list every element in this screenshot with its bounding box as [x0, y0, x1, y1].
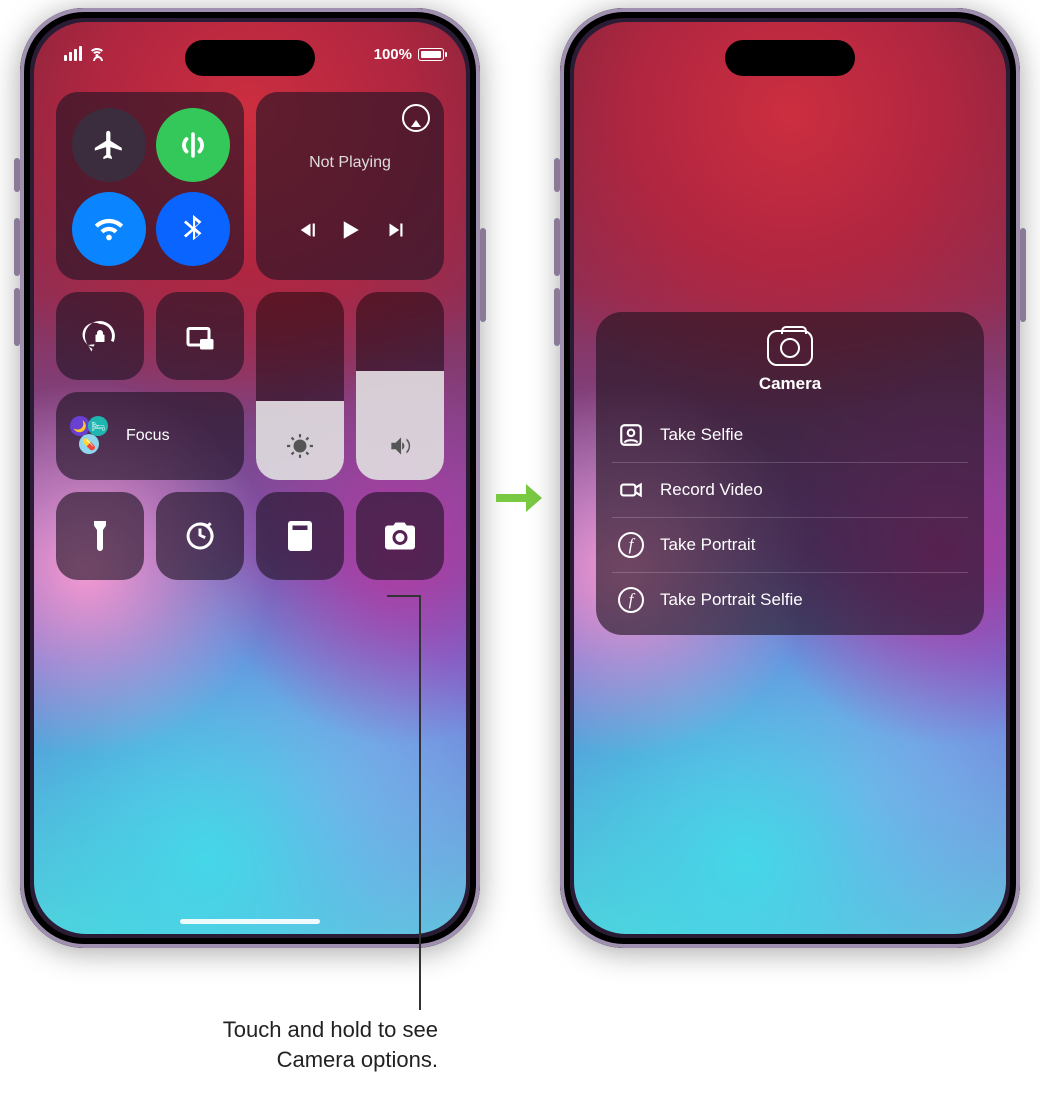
video-camera-icon: [618, 477, 644, 503]
dynamic-island: [725, 40, 855, 76]
power-button: [1020, 228, 1026, 322]
wifi-status-icon: [88, 47, 106, 61]
dynamic-island: [185, 40, 315, 76]
focus-modes-icon: 🌙🛏💊: [70, 416, 116, 456]
next-track-button[interactable]: [383, 217, 409, 248]
previous-track-button[interactable]: [291, 217, 317, 248]
power-button: [480, 228, 486, 322]
battery-icon: [418, 48, 444, 61]
brightness-icon: [287, 433, 313, 464]
selfie-person-icon: [618, 422, 644, 448]
connectivity-panel[interactable]: [56, 92, 244, 280]
camera-popup-title: Camera: [612, 374, 968, 394]
media-panel[interactable]: Not Playing: [256, 92, 444, 280]
transition-arrow-icon: [490, 470, 546, 531]
flashlight-button[interactable]: [56, 492, 144, 580]
quick-action-take-portrait-selfie[interactable]: f Take Portrait Selfie: [612, 572, 968, 627]
brightness-slider[interactable]: [256, 292, 344, 480]
rotation-lock-toggle[interactable]: [56, 292, 144, 380]
bluetooth-toggle[interactable]: [156, 192, 230, 266]
camera-quick-actions-popup: Camera Take Selfie Record Video f Take P…: [596, 312, 984, 635]
callout-text: Touch and hold to see Camera options.: [158, 1015, 438, 1074]
wifi-toggle[interactable]: [72, 192, 146, 266]
iphone-left: 100%: [20, 8, 480, 948]
portrait-aperture-icon: f: [618, 532, 644, 558]
volume-down-button: [554, 288, 560, 346]
screen-camera-quick-actions: Camera Take Selfie Record Video f Take P…: [574, 22, 1006, 934]
side-button: [14, 158, 20, 192]
battery-percent: 100%: [374, 46, 412, 63]
airplay-icon[interactable]: [402, 104, 430, 132]
home-indicator[interactable]: [180, 919, 320, 924]
quick-action-record-video[interactable]: Record Video: [612, 462, 968, 517]
volume-up-button: [554, 218, 560, 276]
volume-up-button: [14, 218, 20, 276]
camera-icon: [767, 330, 813, 366]
quick-action-label: Take Portrait: [660, 535, 755, 555]
volume-icon: [387, 433, 413, 464]
quick-action-label: Take Portrait Selfie: [660, 590, 803, 610]
play-button[interactable]: [335, 215, 365, 250]
side-button: [554, 158, 560, 192]
camera-button[interactable]: [356, 492, 444, 580]
focus-label: Focus: [126, 427, 170, 445]
callout-leader-line: [419, 595, 421, 1010]
quick-action-take-selfie[interactable]: Take Selfie: [612, 408, 968, 462]
focus-button[interactable]: 🌙🛏💊 Focus: [56, 392, 244, 480]
calculator-button[interactable]: [256, 492, 344, 580]
portrait-aperture-icon: f: [618, 587, 644, 613]
screen-mirroring-button[interactable]: [156, 292, 244, 380]
quick-action-take-portrait[interactable]: f Take Portrait: [612, 517, 968, 572]
now-playing-label: Not Playing: [256, 154, 444, 172]
timer-button[interactable]: [156, 492, 244, 580]
cellular-data-toggle[interactable]: [156, 108, 230, 182]
iphone-right: Camera Take Selfie Record Video f Take P…: [560, 8, 1020, 948]
quick-action-label: Record Video: [660, 480, 763, 500]
airplane-mode-toggle[interactable]: [72, 108, 146, 182]
volume-slider[interactable]: [356, 292, 444, 480]
cellular-signal-icon: [64, 46, 82, 61]
volume-down-button: [14, 288, 20, 346]
screen-control-center: 100%: [34, 22, 466, 934]
quick-action-label: Take Selfie: [660, 425, 743, 445]
